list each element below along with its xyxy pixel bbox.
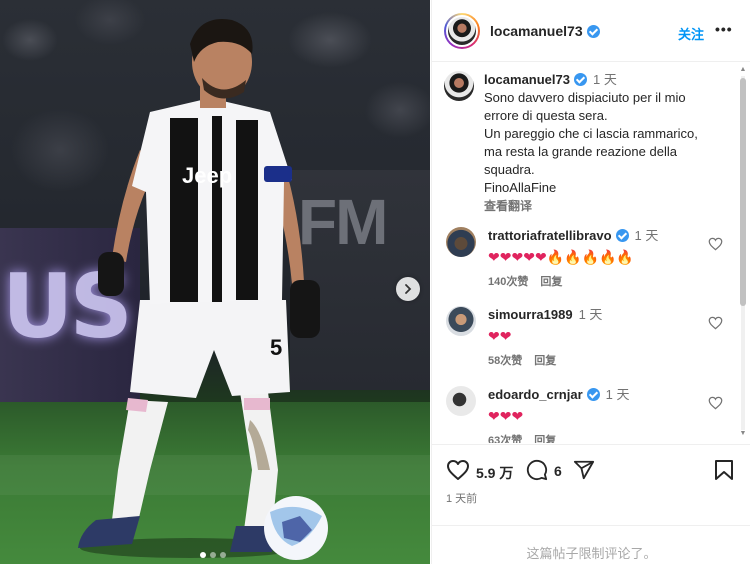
carousel-dot — [200, 552, 206, 558]
scroll-down-arrow-icon[interactable]: ▼ — [739, 430, 747, 437]
comment-like-heart-icon[interactable] — [708, 396, 723, 410]
comment-like-heart-icon[interactable] — [708, 237, 723, 251]
caption-line: ma resta la grande reazione della — [484, 144, 677, 159]
caption-line: errore di questa sera. — [484, 108, 608, 123]
likes-count[interactable]: 5.9 万 — [476, 463, 513, 483]
comment-item: trattoriafratellibravo 1 天 ❤❤❤❤❤🔥🔥🔥🔥🔥 140… — [446, 227, 736, 291]
comment-time: 1 天 — [578, 307, 603, 322]
comments-restricted-notice: 这篇帖子限制评论了。 — [526, 546, 657, 561]
comment-like-heart-icon[interactable] — [708, 316, 723, 330]
player-photo: 5 Jeep — [78, 19, 328, 560]
send-icon[interactable] — [572, 459, 596, 481]
verified-badge-icon — [586, 388, 600, 401]
more-options-button[interactable]: ••• — [715, 21, 733, 37]
post-actions: 5.9 万 6 1 天前 这篇帖子限制评论了。 — [432, 444, 750, 564]
author-avatar[interactable] — [444, 12, 480, 49]
post-timestamp[interactable]: 1 天前 — [446, 490, 477, 506]
scrollbar-thumb[interactable] — [740, 78, 746, 306]
carousel-dot — [220, 552, 226, 558]
carousel-indicator — [200, 552, 226, 558]
comment-text: ❤❤❤ — [488, 408, 524, 424]
comment-item: edoardo_crnjar 1 天 ❤❤❤ 63次赞 回复 — [446, 386, 736, 443]
chevron-right-icon — [405, 284, 412, 294]
caption-hashtag-line: FinoAllaFine — [484, 180, 557, 195]
comment-time: 1 天 — [605, 387, 630, 402]
caption-line: Sono davvero dispiaciuto per il mio — [484, 90, 686, 105]
jersey-sponsor: Jeep — [182, 163, 232, 188]
reply-button[interactable]: 回复 — [534, 435, 556, 443]
comment-likes[interactable]: 63次赞 — [488, 435, 522, 443]
author-username[interactable]: locamanuel73 — [490, 23, 600, 39]
comment-text: ❤❤❤❤❤🔥🔥🔥🔥🔥 — [488, 249, 634, 265]
commenter-avatar[interactable] — [446, 386, 476, 416]
carousel-dot — [210, 552, 216, 558]
caption-avatar[interactable] — [444, 71, 474, 101]
comment-text: ❤❤ — [488, 328, 512, 344]
post-sidebar: locamanuel73 关注 ••• locamanuel73 1 天 Sono… — [431, 0, 750, 564]
comment-likes[interactable]: 58次赞 — [488, 355, 522, 367]
commenter-username[interactable]: edoardo_crnjar — [488, 387, 583, 402]
caption-line: squadra. — [484, 162, 535, 177]
comment-icon[interactable] — [526, 459, 548, 481]
commenter-username[interactable]: trattoriafratellibravo — [488, 228, 612, 243]
verified-badge-icon — [615, 229, 629, 242]
follow-button[interactable]: 关注 — [678, 24, 704, 43]
commenter-avatar[interactable] — [446, 227, 476, 257]
comment-item: simourra1989 1 天 ❤❤ 58次赞 回复 — [446, 306, 736, 370]
commenter-username[interactable]: simourra1989 — [488, 307, 573, 322]
shorts-number: 5 — [270, 335, 282, 360]
comment-likes[interactable]: 140次赞 — [488, 276, 528, 288]
commenter-avatar[interactable] — [446, 306, 476, 336]
scroll-up-arrow-icon[interactable]: ▲ — [739, 66, 747, 73]
see-translation-link[interactable]: 查看翻译 — [484, 197, 698, 215]
verified-badge-icon — [586, 24, 600, 38]
heart-icon[interactable] — [446, 459, 470, 481]
comments-scroll-area[interactable]: locamanuel73 1 天 Sono davvero dispiaciuto… — [432, 63, 750, 443]
next-slide-button[interactable] — [396, 277, 420, 301]
comments-count: 6 — [554, 463, 562, 479]
comment-time: 1 天 — [634, 228, 659, 243]
post-media[interactable]: US FM 5 Jeep — [0, 0, 430, 564]
caption-username[interactable]: locamanuel73 — [484, 72, 570, 87]
post-caption: locamanuel73 1 天 Sono davvero dispiaciuto… — [444, 71, 734, 215]
verified-badge-icon — [574, 73, 587, 86]
bookmark-icon[interactable] — [714, 459, 734, 481]
reply-button[interactable]: 回复 — [534, 355, 556, 367]
divider — [432, 525, 750, 526]
post-header: locamanuel73 关注 ••• — [432, 0, 750, 62]
caption-time: 1 天 — [593, 72, 617, 87]
comments-scrollbar[interactable]: ▲ ▼ — [739, 66, 747, 440]
caption-line: Un pareggio che ci lascia rammarico, — [484, 126, 698, 141]
reply-button[interactable]: 回复 — [540, 276, 562, 288]
